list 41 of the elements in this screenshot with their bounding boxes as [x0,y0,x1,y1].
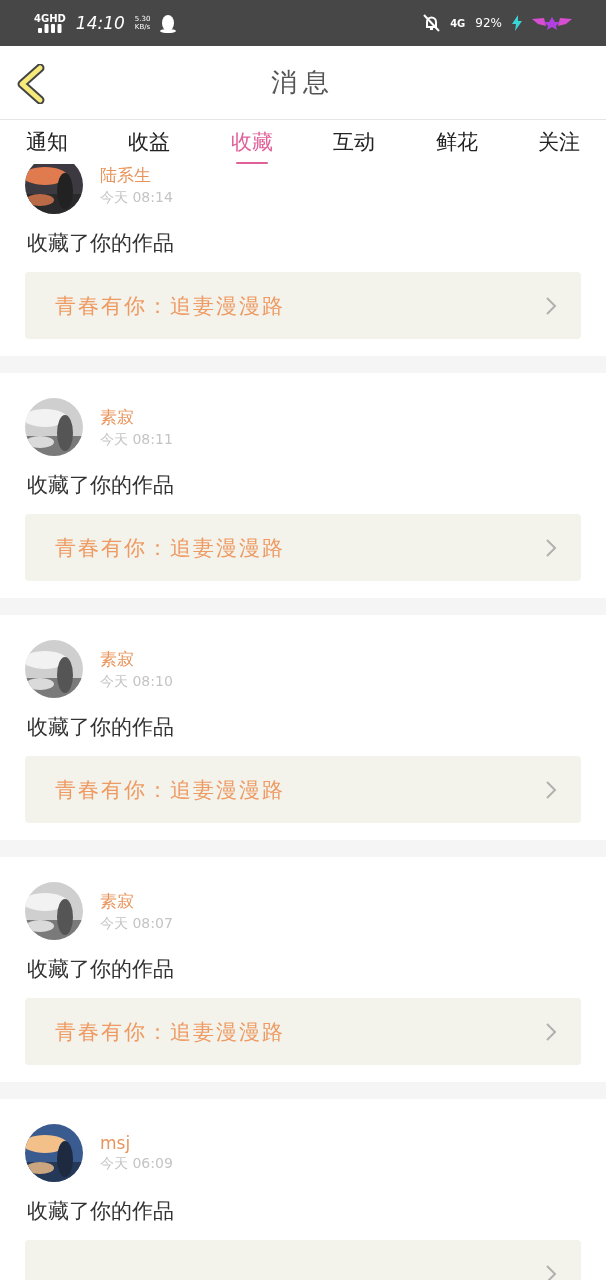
message-time: 今天 08:14 [100,188,173,207]
user-name[interactable]: 素寂 [100,405,173,429]
message-text: 收藏了你的作品 [27,230,175,257]
signal-icon [37,24,62,33]
page-title: 消息 [271,66,335,99]
message-text: 收藏了你的作品 [27,472,175,499]
tab[interactable]: 互动 [333,120,376,164]
network-label: 4GHD [34,13,66,24]
work-link[interactable]: 青春有你：追妻漫漫路 [25,272,581,339]
tab[interactable]: 通知 [26,120,68,164]
message-text: 收藏了你的作品 [27,714,175,741]
bat-wings-icon [532,16,572,30]
lightning-icon [512,15,522,31]
tab[interactable]: 收益 [128,120,171,164]
message-text: 收藏了你的作品 [27,1198,175,1225]
chevron-right-icon [545,779,557,800]
mute-bell-icon [423,14,441,32]
message-time: 今天 08:10 [100,672,173,691]
work-link[interactable]: 青春有你：追妻漫漫路 [25,514,581,581]
chevron-right-icon [545,1263,557,1280]
message-time: 今天 06:09 [100,1155,173,1173]
battery-level: 92% [475,16,502,30]
chevron-right-icon [545,295,557,316]
clock: 14:10 [75,13,125,33]
tab[interactable]: 关注 [537,120,580,164]
penguin-icon [160,13,177,33]
user-name[interactable]: 素寂 [100,889,173,913]
message-text: 收藏了你的作品 [27,956,175,983]
tab[interactable]: 鲜花 [435,120,478,164]
message-time: 今天 08:07 [100,914,173,933]
chevron-right-icon [545,1021,557,1042]
mobile-data-label: 4G [450,17,466,29]
message-time: 今天 08:11 [100,430,173,449]
work-link[interactable]: 青春有你：追妻漫漫路 [25,756,581,823]
user-name[interactable]: msj [100,1133,173,1153]
work-link[interactable]: 青春有你：追妻漫漫路 [25,998,581,1065]
back-icon[interactable] [16,64,46,104]
user-name[interactable]: 陆系生 [100,164,173,187]
chevron-right-icon [545,537,557,558]
tab[interactable]: 收藏 [230,120,273,164]
user-name[interactable]: 素寂 [100,647,173,671]
